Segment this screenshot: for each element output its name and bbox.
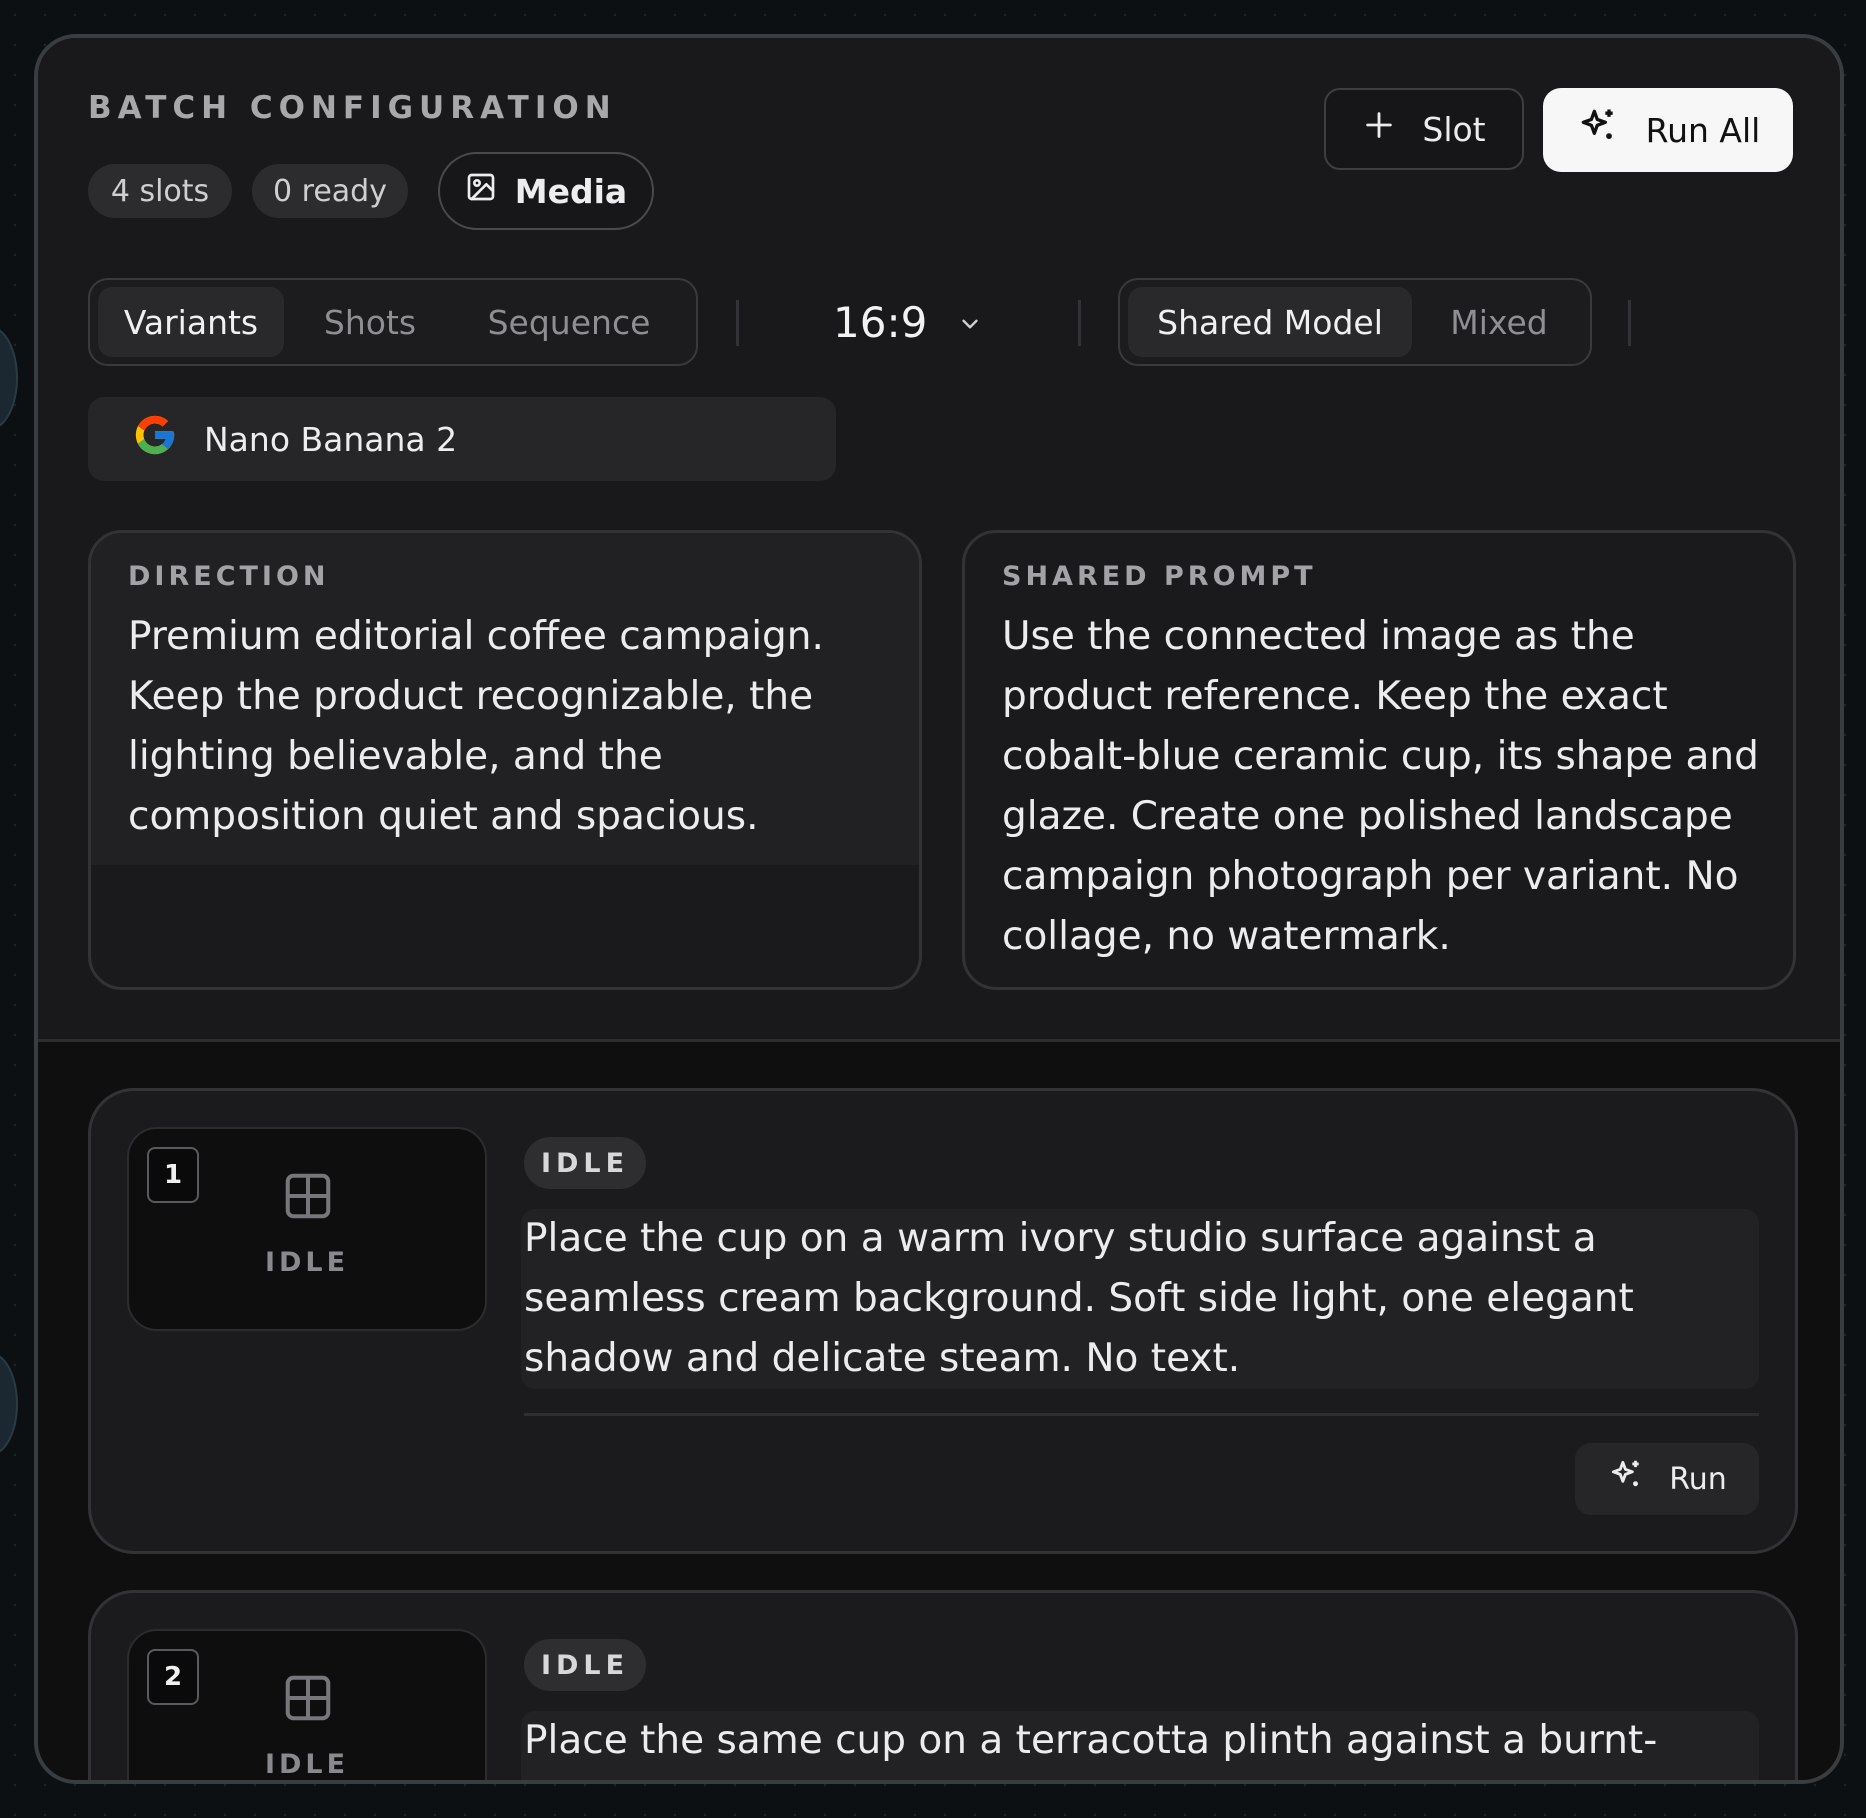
slot-prompt-textarea[interactable]: Place the cup on a warm ivory studio sur… <box>521 1209 1759 1389</box>
model-mode-tabs: Shared Model Mixed <box>1118 278 1592 366</box>
add-slot-button[interactable]: Slot <box>1324 88 1524 170</box>
add-slot-label: Slot <box>1422 109 1486 149</box>
model-selector[interactable]: Nano Banana 2 <box>88 397 836 481</box>
status-badge: IDLE <box>524 1639 646 1691</box>
tab-shots[interactable]: Shots <box>288 287 452 357</box>
thumbnail-status: IDLE <box>264 1749 350 1780</box>
sparkle-icon <box>1576 104 1620 156</box>
toolbar-divider <box>1078 300 1081 346</box>
direction-textarea[interactable]: Premium editorial coffee campaign. Keep … <box>128 607 889 847</box>
shared-prompt-textarea[interactable]: Use the connected image as the product r… <box>1002 607 1763 967</box>
tab-sequence[interactable]: Sequence <box>456 287 682 357</box>
sparkle-icon <box>1607 1456 1645 1502</box>
tab-mixed[interactable]: Mixed <box>1416 287 1582 357</box>
chevron-down-icon <box>957 298 983 347</box>
direction-label: DIRECTION <box>128 561 330 592</box>
slot-card-1: 1 IDLE IDLE Place the cup on a warm ivor… <box>88 1088 1798 1554</box>
image-placeholder-icon <box>281 1671 335 1729</box>
tab-shared-model[interactable]: Shared Model <box>1128 287 1412 357</box>
section-title: BATCH CONFIGURATION <box>88 90 617 126</box>
ready-count-badge: 0 ready <box>252 164 408 218</box>
thumbnail-status: IDLE <box>264 1247 350 1278</box>
image-placeholder-icon <box>281 1169 335 1227</box>
slot-card-2: 2 IDLE IDLE Place the same cup on a terr… <box>88 1590 1798 1780</box>
tab-variants[interactable]: Variants <box>98 287 284 357</box>
toolbar-divider <box>1628 300 1631 346</box>
run-all-label: Run All <box>1645 110 1761 150</box>
plus-icon <box>1362 108 1396 150</box>
slot-divider <box>524 1413 1759 1416</box>
slot-number: 1 <box>147 1147 199 1203</box>
shared-prompt-label: SHARED PROMPT <box>1002 561 1317 592</box>
image-icon <box>465 171 497 211</box>
aspect-ratio-select[interactable]: 16:9 <box>833 290 983 354</box>
google-icon <box>132 412 178 466</box>
slots-count-badge: 4 slots <box>88 164 232 218</box>
model-name: Nano Banana 2 <box>204 419 458 459</box>
config-section: BATCH CONFIGURATION 4 slots 0 ready Medi… <box>38 38 1840 1041</box>
aspect-ratio-value: 16:9 <box>833 297 928 347</box>
shared-prompt-card: SHARED PROMPT Use the connected image as… <box>962 530 1796 990</box>
batch-configuration-panel: BATCH CONFIGURATION 4 slots 0 ready Medi… <box>34 34 1844 1784</box>
slots-section: 1 IDLE IDLE Place the cup on a warm ivor… <box>38 1042 1840 1780</box>
media-label: Media <box>514 171 628 211</box>
slot-number: 2 <box>147 1649 199 1705</box>
mode-tabs: Variants Shots Sequence <box>88 278 698 366</box>
slot-thumbnail[interactable]: 2 IDLE <box>127 1629 487 1780</box>
status-badge: IDLE <box>524 1137 646 1189</box>
run-slot-button[interactable]: Run <box>1575 1443 1759 1515</box>
slot-thumbnail[interactable]: 1 IDLE <box>127 1127 487 1331</box>
direction-card: DIRECTION Premium editorial coffee campa… <box>88 530 922 990</box>
run-all-button[interactable]: Run All <box>1543 88 1793 172</box>
slot-prompt-textarea[interactable]: Place the same cup on a terracotta plint… <box>521 1711 1759 1780</box>
run-label: Run <box>1669 1461 1727 1497</box>
media-button[interactable]: Media <box>438 152 654 230</box>
toolbar-divider <box>736 300 739 346</box>
